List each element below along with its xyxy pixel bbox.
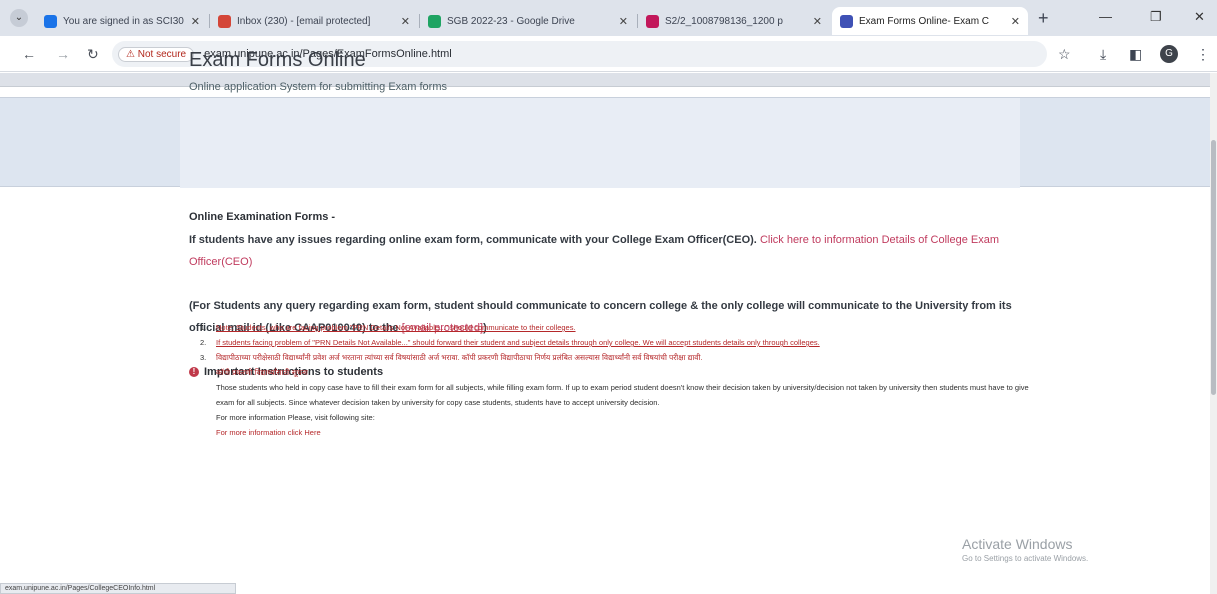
forward-arrow-icon[interactable]: → [56,46,70,62]
new-tab-button[interactable]: + [1038,9,1049,27]
tab-favicon-icon [44,14,57,28]
copy-case-heading: कॉपी प्रकरणी विद्यार्थ्यांसाठी सूचना [216,368,308,377]
visit-site-text: For more information Please, visit follo… [216,413,375,422]
browser-tab-strip: ⌄ You are signed in as SCI30 ✕ Inbox (23… [0,0,1217,36]
tab-close-icon[interactable]: ✕ [191,15,200,28]
watermark-title: Activate Windows [962,536,1073,552]
browser-tab-active[interactable]: Exam Forms Online- Exam C ✕ [832,7,1028,35]
bookmark-star-icon[interactable]: ☆ [1058,46,1071,62]
restore-icon[interactable]: ❐ [1150,9,1162,25]
notice-text: If students have any issues regarding on… [189,234,757,246]
tab-close-icon[interactable]: ✕ [401,15,410,28]
instructions-list: 1. Note: Students, who are facing proble… [200,320,1030,440]
tab-favicon-icon [428,14,441,28]
browser-toolbar: ← → ↻ ⚠ Not secure exam.unipune.ac.in/Pa… [0,36,1217,72]
side-panel-icon[interactable]: ◧ [1129,46,1142,62]
link-status-bar: exam.unipune.ac.in/Pages/CollegeCEOInfo.… [0,583,236,594]
instruction-text: Note: Students, who are facing problem "… [216,323,576,332]
list-number: 2. [200,338,207,347]
instruction-text: विद्यापीठाच्या परीक्षेसाठी विद्यार्थ्यां… [216,353,703,362]
copy-case-paragraph: Those students who held in copy case hav… [216,383,1029,407]
tab-favicon-icon [840,14,853,28]
page-top-strip [0,73,1210,87]
info-icon: ! [189,367,199,377]
copy-case-block: कॉपी प्रकरणी विद्यार्थ्यांसाठी सूचना Tho… [216,365,1030,440]
browser-tab[interactable]: You are signed in as SCI30 ✕ [36,7,208,35]
warning-icon: ⚠ [126,48,135,60]
section-heading: Online Examination Forms - [189,211,336,223]
profile-avatar[interactable]: G [1160,45,1178,63]
instruction-text: If students facing problem of "PRN Detai… [216,338,820,347]
tab-search-icon[interactable]: ⌄ [10,9,28,27]
minimize-icon[interactable]: — [1099,9,1112,24]
tab-close-icon[interactable]: ✕ [619,15,628,28]
list-item: 1. Note: Students, who are facing proble… [200,320,1030,335]
list-item: 2. If students facing problem of "PRN De… [200,335,1030,350]
browser-tab[interactable]: S2/2_1008798136_1200 p ✕ [638,7,830,35]
browser-tab[interactable]: SGB 2022-23 - Google Drive ✕ [420,7,636,35]
back-arrow-icon[interactable]: ← [22,46,36,62]
page-subtitle: Online application System for submitting… [189,81,447,93]
not-secure-badge[interactable]: ⚠ Not secure [118,46,195,62]
page-header-banner [0,97,1210,188]
banner-panel [180,98,1020,188]
list-number: 3. [200,353,207,362]
list-item: 3. विद्यापीठाच्या परीक्षेसाठी विद्यार्थ्… [200,350,1030,365]
tab-close-icon[interactable]: ✕ [813,15,822,28]
download-icon[interactable]: ⤓ [1100,46,1106,62]
page-scrollbar-thumb[interactable] [1211,140,1216,395]
tab-favicon-icon [218,14,231,28]
list-number: 1. [200,323,207,332]
menu-icon[interactable]: ⋮ [1196,46,1210,62]
reload-icon[interactable]: ↻ [87,46,99,62]
browser-tab[interactable]: Inbox (230) - [email protected] ✕ [210,7,418,35]
page-title: Exam Forms Online [189,49,366,71]
watermark-subtitle: Go to Settings to activate Windows. [962,554,1089,563]
close-window-icon[interactable]: ✕ [1194,9,1205,25]
tab-close-icon[interactable]: ✕ [1011,15,1020,28]
tab-favicon-icon [646,14,659,28]
ceo-notice: If students have any issues regarding on… [189,229,1034,273]
activate-windows-watermark: Activate Windows Go to Settings to activ… [962,536,1088,563]
more-info-link[interactable]: For more information click Here [216,428,321,437]
